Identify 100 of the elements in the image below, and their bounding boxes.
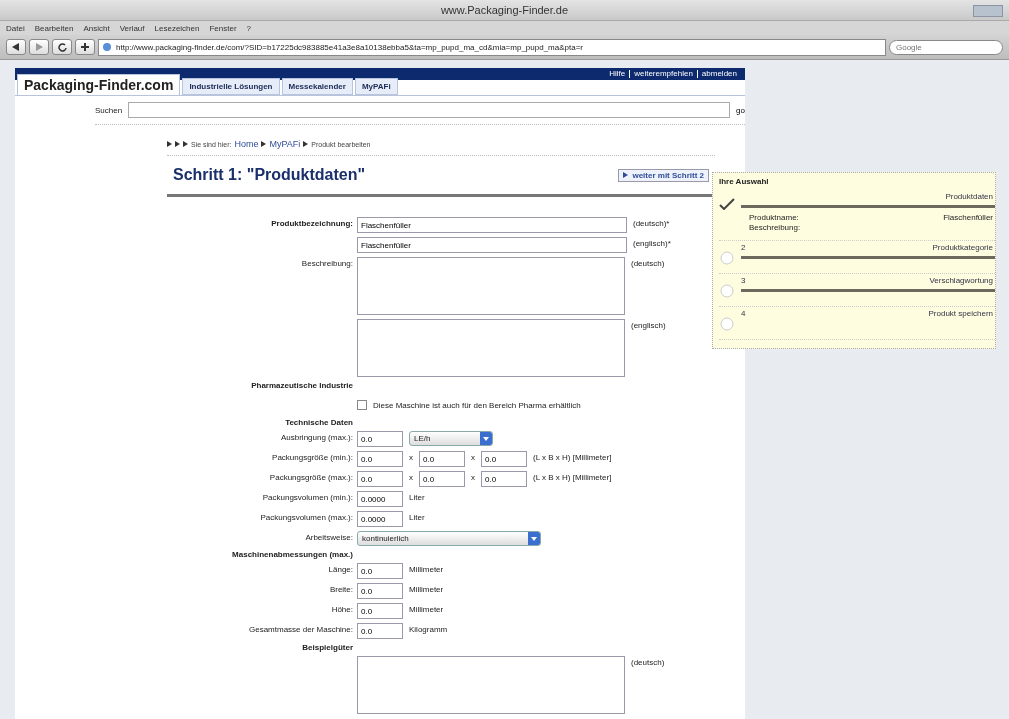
field-note: Liter (409, 492, 425, 502)
menu-item[interactable]: Bearbeiten (34, 23, 74, 33)
checkbox[interactable] (357, 400, 367, 410)
field-note: (deutsch) (631, 657, 665, 667)
panel-title: Ihre Auswahl (719, 177, 770, 186)
go-link[interactable]: go (736, 105, 745, 115)
search-field[interactable] (128, 102, 731, 118)
header-link[interactable]: abmelden (696, 70, 741, 78)
field-note: x (409, 472, 413, 482)
field-label: Länge: (327, 564, 353, 574)
field-label: Arbeitsweise: (304, 532, 353, 542)
section-heading: Technische Daten (284, 418, 353, 427)
back-icon (12, 43, 20, 51)
back-button[interactable] (6, 39, 26, 55)
text-area[interactable] (357, 257, 625, 315)
input-field[interactable]: 0.0 (357, 563, 403, 579)
section-heading: Pharmazeutische Industrie (250, 381, 353, 390)
menu-item[interactable]: Datei (6, 23, 25, 33)
input-field[interactable]: 0.0 (481, 471, 527, 487)
next-step-button[interactable]: weiter mit Schritt 2 (618, 168, 709, 182)
detail-value: Flaschenfüller (943, 213, 993, 222)
add-button[interactable] (75, 39, 95, 55)
field-note: Millimeter (409, 604, 444, 614)
reload-icon (57, 42, 67, 52)
field-label: Packungsvolumen (min.): (261, 492, 353, 502)
field-note: x (471, 452, 475, 462)
field-note: x (409, 452, 413, 462)
field-label: Breite: (328, 584, 353, 594)
arrow-icon (261, 141, 267, 147)
forward-icon (35, 43, 43, 51)
field-note: x (471, 472, 475, 482)
field-label: Packungsgröße (max.): (268, 472, 353, 482)
menu-item[interactable]: Lesezeichen (154, 23, 200, 33)
breadcrumb-link[interactable]: Home (234, 139, 259, 149)
pharma-checkbox[interactable]: Diese Maschine ist auch für den Bereich Pharma erhältlich (357, 400, 715, 410)
section-heading: Beispielgüter (301, 643, 353, 652)
text-area[interactable] (357, 319, 625, 377)
globe-icon (102, 42, 112, 52)
field-note: (deutsch) (631, 258, 665, 268)
nav-tab[interactable]: Industrielle Lösungen (182, 78, 280, 95)
field-note: Liter (409, 512, 425, 522)
window-title: www.Packaging-Finder.de (440, 4, 569, 16)
address-bar[interactable]: http://www.packaging-finder.de/com/?SID=b17225dc983885e41a3e8a10138ebba5&ta=mp_pupd_ma_cd&mia=mp_pupd_ma&pta=r (98, 38, 886, 56)
menu-item[interactable]: Verlauf (119, 23, 145, 33)
header-link[interactable]: weiterempfehlen (629, 70, 697, 78)
page-heading: Schritt 1: "Produktdaten" (173, 166, 366, 184)
search-label: Suchen (95, 105, 123, 115)
input-field[interactable]: 0.0 (419, 451, 465, 467)
dropdown[interactable]: kontinuierlich (357, 531, 541, 546)
input-field[interactable]: 0.0 (419, 471, 465, 487)
detail-label: Beschreibung: (749, 223, 801, 232)
input-field[interactable]: Flaschenfüller (357, 237, 627, 253)
input-field[interactable]: 0.0 (357, 471, 403, 487)
input-field[interactable]: 0.0 (357, 603, 403, 619)
step-title[interactable]: Produktkategorie (932, 243, 995, 252)
header-link[interactable]: Hilfe (605, 70, 630, 78)
field-label: Produktbezeichnung: (270, 218, 353, 228)
field-note: Kilogramm (409, 624, 448, 634)
field-note: (L x B x H) [Millimeter] (533, 472, 612, 482)
field-label: Packungsgröße (min.): (271, 452, 353, 462)
input-field[interactable]: 0.0 (357, 431, 403, 447)
input-field[interactable]: 0.0 (357, 451, 403, 467)
arrow-icon (623, 172, 629, 178)
detail-label: Produktname: (749, 213, 799, 222)
field-label: Gesamtmasse der Maschine: (247, 624, 353, 634)
field-note: (englisch) (631, 320, 666, 330)
input-field[interactable]: Flaschenfüller (357, 217, 627, 233)
field-label: Packungsvolumen (max.): (259, 512, 353, 522)
reload-button[interactable] (52, 39, 72, 55)
step-title[interactable]: Verschlagwortung (929, 276, 995, 285)
field-label: Ausbringung (max.): (279, 432, 353, 442)
text-area[interactable] (357, 656, 625, 714)
step-number: 4 (741, 309, 747, 318)
input-field[interactable]: 0.0 (357, 623, 403, 639)
plus-icon (81, 43, 89, 51)
field-note: (englisch)* (633, 238, 671, 248)
step-number: 2 (741, 243, 747, 252)
nav-tab[interactable]: Messekalender (281, 78, 353, 95)
menu-item[interactable]: ? (246, 23, 252, 33)
field-note: Millimeter (409, 564, 444, 574)
input-field[interactable]: 0.0000 (357, 491, 403, 507)
field-label: Beschreibung: (300, 258, 353, 268)
step-title[interactable]: Produktdaten (945, 192, 995, 201)
menu-item[interactable]: Ansicht (83, 23, 110, 33)
menu-item[interactable]: Fenster (209, 23, 237, 33)
section-heading: Maschinenabmessungen (max.) (231, 550, 353, 559)
field-label: Höhe: (330, 604, 353, 614)
input-field[interactable]: 0.0000 (357, 511, 403, 527)
input-field[interactable]: 0.0 (481, 451, 527, 467)
search-field[interactable]: Google (889, 39, 1003, 55)
field-note: (deutsch)* (633, 218, 670, 228)
step-number: 3 (741, 276, 747, 285)
breadcrumb-link[interactable]: MyPAFi (269, 139, 301, 149)
nav-tab[interactable]: MyPAFi (354, 78, 398, 95)
step-title[interactable]: Produkt speichern (928, 309, 995, 318)
input-field[interactable]: 0.0 (357, 583, 403, 599)
field-note: Millimeter (409, 584, 444, 594)
dropdown[interactable]: LE/h (409, 431, 493, 446)
field-note: (L x B x H) [Millimeter] (533, 452, 612, 462)
site-logo[interactable]: Packaging-Finder.com (17, 74, 181, 95)
